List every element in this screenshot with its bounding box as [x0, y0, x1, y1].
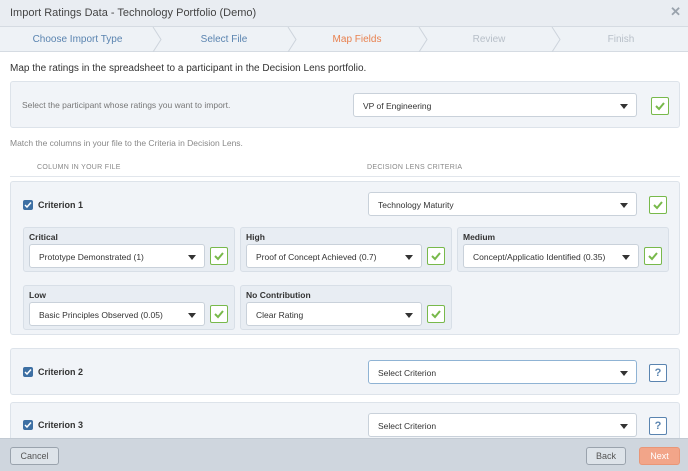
level-no-contribution: No Contribution Clear Rating	[240, 285, 452, 330]
step-choose-import-type[interactable]: Choose Import Type	[0, 27, 155, 52]
column-header-criteria: DECISION LENS CRITERIA	[367, 164, 463, 171]
level-medium-select[interactable]: Concept/Applicatio Identified (0.35)	[463, 244, 639, 268]
wizard-steps: Choose Import Type Select File Map Field…	[0, 27, 688, 52]
cancel-button[interactable]: Cancel	[10, 447, 59, 465]
level-no-contribution-label: No Contribution	[246, 290, 311, 300]
criterion-3-checkbox[interactable]	[23, 420, 33, 430]
caret-down-icon	[188, 313, 196, 318]
caret-down-icon	[620, 203, 628, 208]
caret-down-icon	[405, 255, 413, 260]
caret-down-icon	[622, 255, 630, 260]
check-icon	[649, 196, 667, 214]
header-divider	[10, 176, 680, 177]
level-medium-value: Concept/Applicatio Identified (0.35)	[473, 252, 606, 262]
level-critical-label: Critical	[29, 232, 58, 242]
level-medium-label: Medium	[463, 232, 496, 242]
check-icon	[210, 247, 228, 265]
dialog-footer: Cancel Back Next	[0, 438, 688, 471]
caret-down-icon	[620, 424, 628, 429]
check-icon	[427, 247, 445, 265]
criterion-1-select-value: Technology Maturity	[378, 200, 454, 210]
intro-text: Map the ratings in the spreadsheet to a …	[10, 63, 367, 74]
criterion-panel-1: Criterion 1 Technology Maturity Critical…	[10, 181, 680, 335]
criterion-3-name: Criterion 3	[38, 420, 84, 430]
level-medium: Medium Concept/Applicatio Identified (0.…	[457, 227, 669, 272]
criterion-2-select-value: Select Criterion	[378, 368, 437, 378]
close-icon[interactable]: ✕	[670, 4, 681, 20]
criterion-1-name: Criterion 1	[38, 200, 84, 210]
caret-down-icon	[620, 371, 628, 376]
level-low-value: Basic Principles Observed (0.05)	[39, 310, 163, 320]
criterion-panel-2: Criterion 2 Select Criterion ?	[10, 348, 680, 395]
level-high-select[interactable]: Proof of Concept Achieved (0.7)	[246, 244, 422, 268]
caret-down-icon	[405, 313, 413, 318]
step-finish: Finish	[607, 34, 635, 45]
caret-down-icon	[620, 104, 628, 109]
caret-down-icon	[188, 255, 196, 260]
next-button[interactable]: Next	[639, 447, 680, 465]
level-critical-value: Prototype Demonstrated (1)	[39, 252, 144, 262]
help-icon[interactable]: ?	[649, 417, 667, 435]
window-title: Import Ratings Data - Technology Portfol…	[10, 7, 257, 19]
level-no-contribution-value: Clear Rating	[256, 310, 304, 320]
criterion-3-select-value: Select Criterion	[378, 421, 437, 431]
step-map-fields[interactable]: Map Fields	[293, 27, 421, 52]
criterion-2-name: Criterion 2	[38, 367, 84, 377]
level-critical-select[interactable]: Prototype Demonstrated (1)	[29, 244, 205, 268]
participant-prompt: Select the participant whose ratings you…	[22, 100, 231, 110]
check-icon	[210, 305, 228, 323]
level-low: Low Basic Principles Observed (0.05)	[23, 285, 235, 330]
check-icon	[651, 97, 669, 115]
criterion-2-checkbox[interactable]	[23, 367, 33, 377]
criterion-panel-3: Criterion 3 Select Criterion ?	[10, 402, 680, 438]
criterion-3-select[interactable]: Select Criterion	[368, 413, 637, 437]
level-high: High Proof of Concept Achieved (0.7)	[240, 227, 452, 272]
step-review: Review	[472, 34, 506, 45]
level-high-label: High	[246, 232, 265, 242]
match-instructions: Match the columns in your file to the Cr…	[10, 138, 243, 148]
help-icon[interactable]: ?	[649, 364, 667, 382]
level-low-label: Low	[29, 290, 46, 300]
back-button[interactable]: Back	[586, 447, 626, 465]
check-icon	[644, 247, 662, 265]
window-titlebar: Import Ratings Data - Technology Portfol…	[0, 0, 688, 27]
participant-select[interactable]: VP of Engineering	[353, 93, 637, 117]
column-header-file: COLUMN IN YOUR FILE	[37, 164, 121, 171]
level-low-select[interactable]: Basic Principles Observed (0.05)	[29, 302, 205, 326]
mapping-content[interactable]: Map the ratings in the spreadsheet to a …	[0, 52, 688, 438]
level-no-contribution-select[interactable]: Clear Rating	[246, 302, 422, 326]
participant-panel: Select the participant whose ratings you…	[10, 81, 680, 128]
criterion-1-select[interactable]: Technology Maturity	[368, 192, 637, 216]
check-icon	[427, 305, 445, 323]
criterion-2-select[interactable]: Select Criterion	[368, 360, 637, 384]
participant-select-value: VP of Engineering	[363, 101, 432, 111]
level-critical: Critical Prototype Demonstrated (1)	[23, 227, 235, 272]
criterion-1-checkbox[interactable]	[23, 200, 33, 210]
step-select-file[interactable]: Select File	[158, 27, 290, 52]
level-high-value: Proof of Concept Achieved (0.7)	[256, 252, 377, 262]
